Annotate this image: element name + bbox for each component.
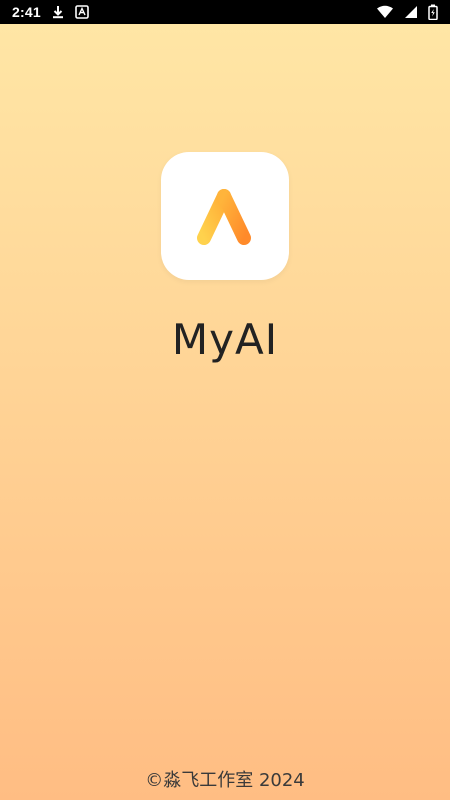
battery-icon (428, 4, 438, 20)
cellular-signal-icon (404, 5, 418, 19)
app-logo-a-icon (197, 189, 251, 245)
font-badge-icon (75, 5, 89, 19)
status-right (376, 4, 438, 20)
download-icon (51, 5, 65, 19)
app-name: MyAI (171, 315, 279, 364)
app-icon (161, 152, 289, 280)
status-time: 2:41 (12, 4, 41, 20)
status-bar: 2:41 (0, 0, 450, 24)
copyright-text: ©淼飞工作室 2024 (145, 770, 305, 791)
wifi-icon (376, 5, 394, 19)
status-left: 2:41 (12, 4, 89, 20)
